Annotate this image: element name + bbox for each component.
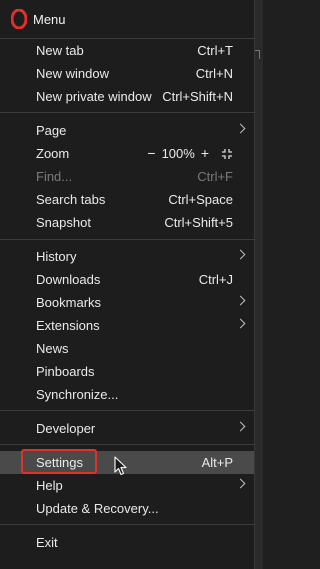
fullscreen-icon[interactable] (221, 148, 233, 160)
menu-item-label: Bookmarks (36, 295, 102, 310)
menu-item-synchronize[interactable]: Synchronize... (0, 383, 254, 406)
menu-item-label: Pinboards (36, 364, 95, 379)
menu-item-label: Exit (36, 535, 58, 550)
menu-item-find[interactable]: Find... Ctrl+F (0, 165, 254, 188)
chevron-right-icon (235, 295, 246, 306)
menu-item-downloads[interactable]: Downloads Ctrl+J (0, 268, 254, 291)
menu-item-shortcut: Ctrl+Space (168, 192, 233, 207)
menu-item-new-window[interactable]: New window Ctrl+N (0, 62, 254, 85)
menu-item-shortcut: Ctrl+F (197, 169, 233, 184)
separator (0, 410, 254, 411)
menu-item-page[interactable]: Page (0, 119, 254, 142)
menu-item-search-tabs[interactable]: Search tabs Ctrl+Space (0, 188, 254, 211)
menu-item-bookmarks[interactable]: Bookmarks (0, 291, 254, 314)
chevron-right-icon (235, 249, 246, 260)
chevron-right-icon (235, 318, 246, 329)
menu-item-shortcut: Ctrl+J (198, 272, 233, 287)
menu-item-exit[interactable]: Exit (0, 531, 254, 554)
menu-item-update-recovery[interactable]: Update & Recovery... (0, 497, 254, 520)
mouse-cursor-icon (114, 456, 127, 476)
menu-item-new-tab[interactable]: New tab Ctrl+T (0, 39, 254, 62)
menu-title: Menu (33, 12, 66, 27)
menu-item-history[interactable]: History (0, 245, 254, 268)
menu-item-shortcut: Ctrl+Shift+N (162, 89, 233, 104)
menu-item-label: New tab (36, 43, 84, 58)
menu-item-label: Page (36, 123, 67, 138)
separator (0, 239, 254, 240)
separator (0, 444, 254, 445)
zoom-in-button[interactable]: + (201, 146, 209, 160)
menu-item-label: Search tabs (36, 192, 106, 207)
chevron-right-icon (235, 478, 246, 489)
menu-item-label: New window (36, 66, 109, 81)
opera-logo-icon (11, 9, 27, 29)
menu-item-shortcut: Alt+P (201, 455, 233, 470)
menu-item-shortcut: Ctrl+N (195, 66, 233, 81)
menu-item-shortcut: Ctrl+T (197, 43, 233, 58)
menu-item-zoom: Zoom − 100% + (0, 142, 254, 165)
zoom-level: 100% (161, 146, 195, 161)
menu-item-label: History (36, 249, 77, 264)
chevron-right-icon (235, 123, 246, 134)
menu-item-snapshot[interactable]: Snapshot Ctrl+Shift+5 (0, 211, 254, 234)
menu-item-help[interactable]: Help (0, 474, 254, 497)
chevron-right-icon (235, 421, 246, 432)
menu-item-label: Help (36, 478, 63, 493)
menu-item-label: Extensions (36, 318, 100, 333)
menu-item-label: Zoom (36, 146, 70, 161)
menu-header[interactable]: Menu (0, 0, 254, 38)
separator (0, 524, 254, 525)
menu-item-new-private-window[interactable]: New private window Ctrl+Shift+N (0, 85, 254, 108)
menu-item-shortcut: Ctrl+Shift+5 (164, 215, 233, 230)
main-menu: Menu New tab Ctrl+T New window Ctrl+N Ne… (0, 0, 255, 569)
zoom-out-button[interactable]: − (147, 146, 155, 160)
zoom-controls: − 100% + (147, 146, 233, 161)
menu-item-label: Snapshot (36, 215, 91, 230)
menu-item-label: Developer (36, 421, 96, 436)
menu-item-label: News (36, 341, 69, 356)
menu-item-pinboards[interactable]: Pinboards (0, 360, 254, 383)
menu-item-label: Update & Recovery... (36, 501, 159, 516)
menu-item-extensions[interactable]: Extensions (0, 314, 254, 337)
menu-item-label: Find... (36, 169, 73, 184)
menu-item-label: New private window (36, 89, 152, 104)
menu-item-news[interactable]: News (0, 337, 254, 360)
settings-highlight-box (21, 449, 97, 474)
menu-item-label: Downloads (36, 272, 101, 287)
menu-item-label: Synchronize... (36, 387, 119, 402)
separator (0, 112, 254, 113)
menu-item-developer[interactable]: Developer (0, 417, 254, 440)
